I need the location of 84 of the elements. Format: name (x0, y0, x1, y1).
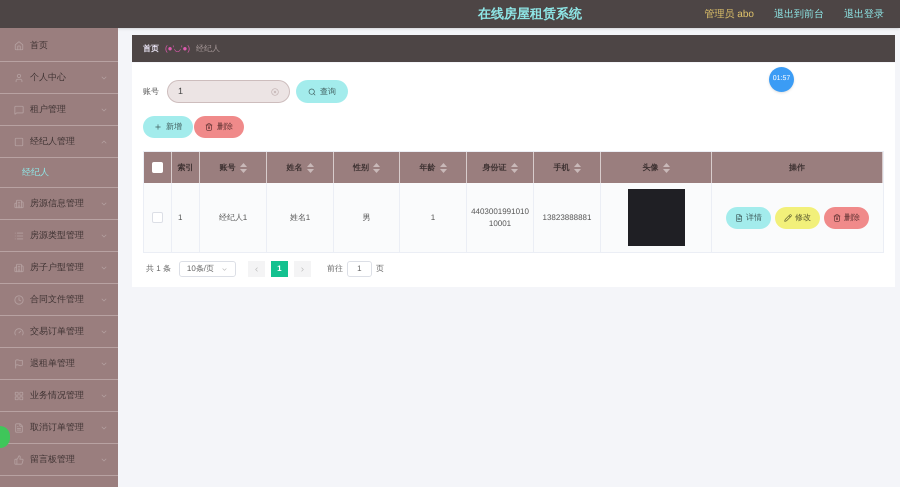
goto-page-field[interactable]: 1 (346, 261, 372, 277)
sidebar-item[interactable]: 房源信息管理 (0, 188, 118, 219)
app-title: 在线房屋租赁系统 (478, 5, 582, 24)
column-header[interactable]: 性别 (353, 162, 369, 174)
admin-label: 管理员 abo (704, 8, 754, 22)
sort-icon[interactable] (373, 162, 380, 172)
menu-icon (14, 262, 24, 272)
chevron-right-icon (298, 266, 306, 272)
table-cell: 姓名1 (290, 212, 310, 224)
menu-icon (14, 390, 24, 400)
column-header: 索引 (178, 162, 194, 174)
pencil-icon (784, 214, 792, 222)
document-icon (735, 214, 743, 222)
trash-icon (833, 214, 841, 222)
sidebar-item[interactable]: 房源类型管理 (0, 220, 118, 251)
header-link[interactable]: 退出到前台 (774, 6, 824, 22)
add-button[interactable]: 新增 (143, 116, 193, 138)
photo-placeholder (628, 189, 684, 246)
sort-icon[interactable] (662, 162, 670, 172)
chevron-left-icon (252, 266, 260, 272)
menu-icon (14, 326, 24, 336)
table-cell: 1 (178, 212, 182, 224)
total-count: 共 1 条 (146, 263, 171, 275)
goto-label: 前往 (326, 263, 343, 275)
menu-icon (14, 294, 24, 304)
column-header[interactable]: 手机 (554, 162, 570, 174)
menu-icon (14, 136, 24, 146)
menu-icon (14, 358, 24, 368)
header-link[interactable]: 退出登录 (844, 6, 884, 22)
breadcrumb-current: 经纪人 (196, 42, 220, 54)
trash-icon (205, 123, 213, 131)
sort-icon[interactable] (510, 162, 518, 172)
sort-icon[interactable] (306, 162, 314, 172)
table-cell: 440300199101010001 (471, 206, 529, 230)
prev-page-button[interactable] (248, 261, 265, 277)
table-cell: 1 (430, 212, 436, 224)
edit-button[interactable]: 修改 (775, 206, 820, 228)
menu-icon (14, 230, 24, 240)
column-header[interactable]: 头像 (642, 162, 658, 174)
column-header[interactable]: 年龄 (420, 162, 436, 174)
sidebar-item[interactable]: 经纪人管理 (0, 126, 118, 157)
sidebar-item[interactable]: 首页 (0, 30, 118, 61)
sidebar-item[interactable]: 租户管理 (0, 94, 118, 125)
page-size-select[interactable]: 10条/页 (178, 261, 236, 277)
breadcrumb-separator: (●'◡'●) (165, 42, 190, 54)
menu-icon (14, 40, 24, 50)
sidebar-item[interactable]: 交易订单管理 (0, 316, 118, 347)
sidebar-subitem[interactable]: 经纪人 (0, 157, 118, 187)
breadcrumb-home[interactable]: 首页 (143, 42, 159, 54)
table-cell: 13823888881 (542, 212, 592, 224)
page-unit: 页 (376, 263, 384, 275)
plus-icon (154, 123, 162, 131)
menu-icon (14, 198, 24, 208)
column-header[interactable]: 姓名 (286, 162, 302, 174)
menu-icon (14, 454, 24, 464)
column-header[interactable]: 账号 (220, 162, 236, 174)
next-page-button[interactable] (294, 261, 311, 277)
table-cell: 男 (362, 212, 370, 224)
search-field[interactable]: 1 (167, 80, 290, 103)
sidebar-item[interactable]: 房子户型管理 (0, 252, 118, 283)
column-header: 操作 (789, 162, 805, 174)
detail-button[interactable]: 详情 (726, 206, 771, 228)
delete-button[interactable]: 删除 (824, 206, 869, 228)
search-label: 账号 (143, 86, 159, 98)
caret-icon (220, 266, 228, 272)
column-header[interactable]: 身份证 (482, 162, 506, 174)
table-cell: 经纪人1 (218, 212, 248, 224)
search-button[interactable]: 查询 (296, 80, 348, 103)
sidebar-item[interactable]: 合同文件管理 (0, 284, 118, 315)
menu-icon (14, 104, 24, 114)
menu-icon (14, 422, 24, 432)
menu-icon (14, 72, 24, 82)
clear-icon[interactable] (271, 88, 279, 96)
search-icon (308, 88, 316, 96)
sidebar-item[interactable]: 个人中心 (0, 62, 118, 93)
delete-button[interactable]: 删除 (194, 116, 244, 138)
sort-icon[interactable] (240, 162, 246, 172)
sort-icon[interactable] (574, 162, 580, 172)
sort-icon[interactable] (440, 162, 446, 172)
page-button[interactable]: 1 (270, 261, 288, 277)
sidebar-item[interactable]: 留言板管理 (0, 444, 118, 475)
sidebar-item[interactable]: 退租单管理 (0, 348, 118, 379)
sidebar-item[interactable]: 业务情况管理 (0, 380, 118, 411)
checkbox[interactable] (152, 212, 163, 223)
